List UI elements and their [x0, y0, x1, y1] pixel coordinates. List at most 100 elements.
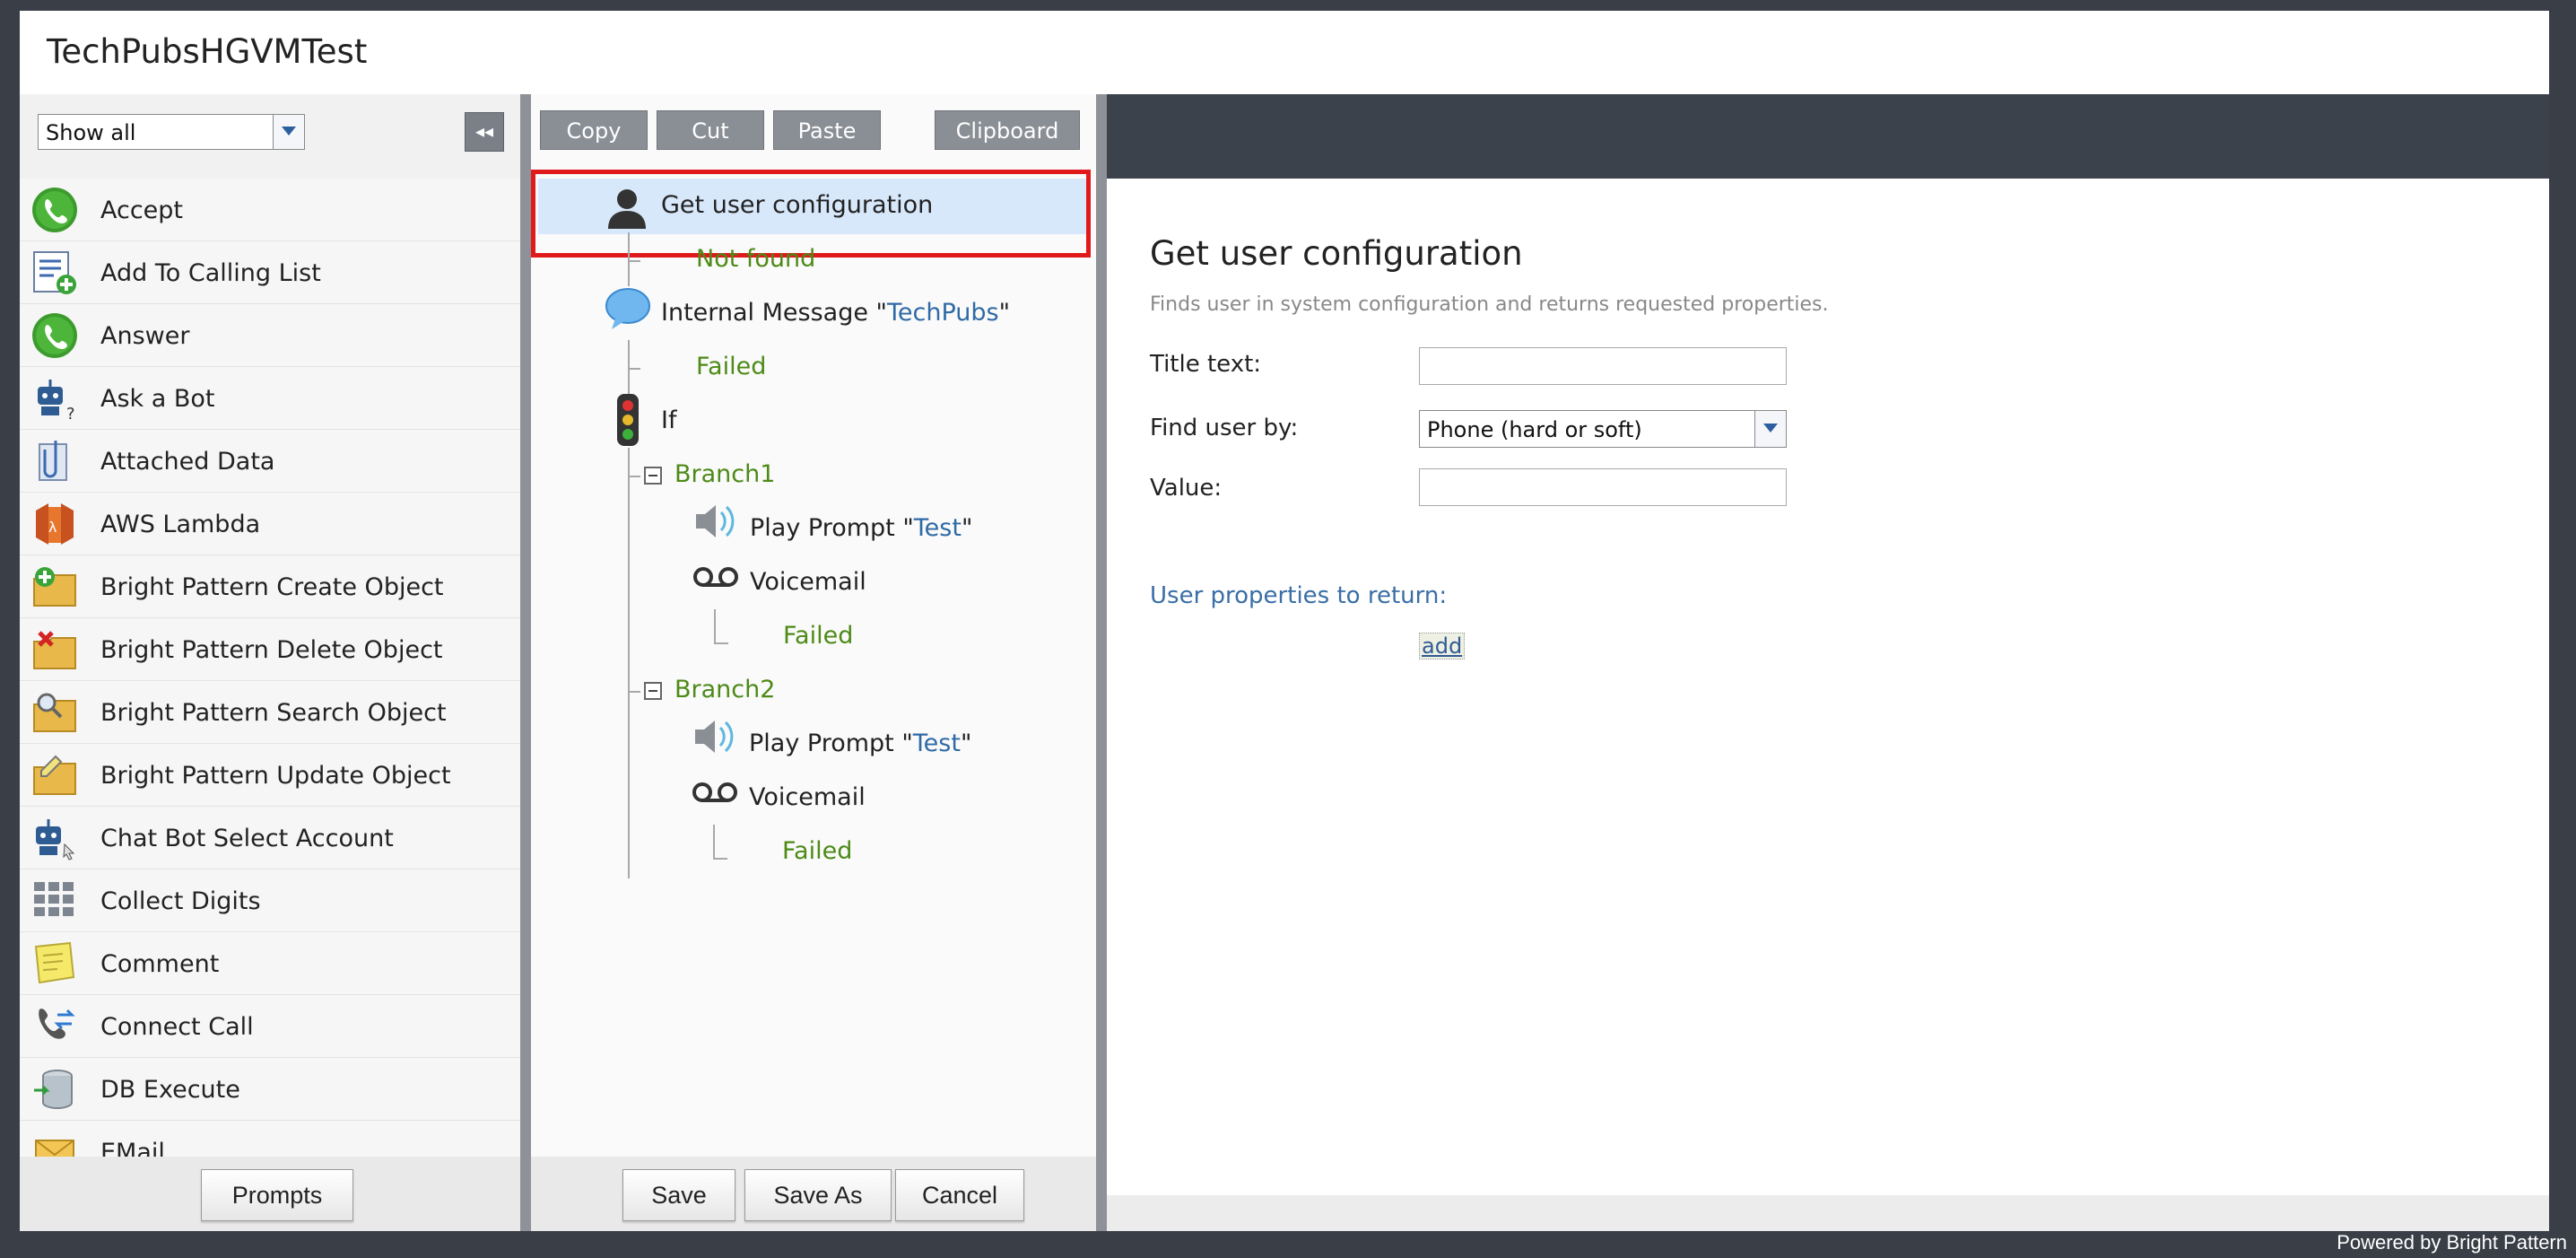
block-item-bp-search-object[interactable]: Bright Pattern Search Object	[20, 681, 520, 744]
node-argument: Test	[913, 514, 962, 542]
block-item-aws-lambda[interactable]: λ AWS Lambda	[20, 493, 520, 555]
list-add-icon	[33, 251, 76, 294]
block-item-comment[interactable]: Comment	[20, 932, 520, 995]
panel-splitter-left[interactable]	[520, 94, 531, 1231]
block-item-db-execute[interactable]: DB Execute	[20, 1058, 520, 1121]
find-user-by-label: Find user by:	[1150, 415, 1299, 441]
title-text-input[interactable]	[1419, 347, 1787, 385]
svg-text:?: ?	[66, 405, 75, 423]
block-label: EMail	[100, 1139, 165, 1157]
user-silhouette-icon	[608, 189, 646, 229]
user-properties-label: User properties to return:	[1150, 582, 1448, 609]
add-property-link[interactable]: add	[1419, 633, 1466, 660]
block-item-bp-update-object[interactable]: Bright Pattern Update Object	[20, 744, 520, 807]
panel-splitter-right[interactable]	[1096, 94, 1107, 1231]
chevron-down-icon[interactable]	[1754, 410, 1787, 448]
filter-select[interactable]: Show all	[38, 114, 305, 150]
block-item-email[interactable]: EMail	[20, 1121, 520, 1157]
cut-button[interactable]: Cut	[657, 110, 764, 150]
value-input[interactable]	[1419, 468, 1787, 506]
folder-plus-icon	[33, 567, 76, 607]
block-label: Bright Pattern Search Object	[100, 699, 447, 727]
collapse-panel-button[interactable]: ◂◂	[465, 112, 504, 152]
phone-green-icon	[32, 188, 77, 232]
block-label: Add To Calling List	[100, 259, 321, 287]
scenario-tree-panel: Copy Cut Paste Clipboard Get user config…	[531, 94, 1096, 1231]
tree-node-branch1[interactable]: Branch1	[674, 460, 775, 488]
robot-question-icon: ?	[38, 380, 75, 423]
block-item-bp-delete-object[interactable]: Bright Pattern Delete Object	[20, 618, 520, 681]
block-item-ask-a-bot[interactable]: ? Ask a Bot	[20, 367, 520, 430]
block-label: Answer	[100, 322, 190, 350]
tree-node-voicemail[interactable]: Voicemail	[749, 783, 866, 811]
left-panel-footer: Prompts	[20, 1157, 520, 1231]
node-text: "	[998, 299, 1011, 327]
cancel-button[interactable]: Cancel	[895, 1169, 1024, 1221]
app-title: TechPubsHGVMTest	[47, 32, 368, 71]
speaker-icon	[696, 505, 735, 537]
double-chevron-left-icon: ◂◂	[474, 120, 494, 142]
node-argument: Test	[912, 729, 961, 757]
folder-edit-icon	[33, 755, 76, 795]
block-label: Collect Digits	[100, 887, 261, 915]
speaker-icon	[695, 721, 734, 753]
prompts-button[interactable]: Prompts	[201, 1169, 353, 1221]
find-user-by-select[interactable]: Phone (hard or soft)	[1419, 410, 1787, 448]
tree-connector	[628, 448, 630, 878]
block-label: Bright Pattern Update Object	[100, 762, 451, 790]
save-as-button[interactable]: Save As	[744, 1169, 892, 1221]
tree-node-internal-message[interactable]: Internal Message "TechPubs"	[661, 299, 1010, 327]
properties-description: Finds user in system configuration and r…	[1150, 293, 1829, 316]
block-label: DB Execute	[100, 1076, 240, 1104]
properties-bottom-strip	[1107, 1195, 2549, 1231]
robot-cursor-icon	[36, 819, 75, 861]
speech-bubble-icon	[605, 288, 650, 329]
paperclip-icon	[39, 441, 67, 481]
tree-node-branch2[interactable]: Branch2	[674, 676, 775, 703]
tree-connector	[714, 609, 716, 643]
folder-delete-icon	[33, 631, 76, 669]
block-item-chat-bot-select-account[interactable]: Chat Bot Select Account	[20, 807, 520, 869]
block-label: AWS Lambda	[100, 511, 261, 538]
collapse-branch-icon[interactable]	[644, 682, 662, 700]
block-item-collect-digits[interactable]: Collect Digits	[20, 869, 520, 932]
collapse-branch-icon[interactable]	[644, 467, 662, 485]
voicemail-icon	[693, 567, 738, 587]
traffic-light-icon	[617, 394, 639, 446]
tree-exit-failed[interactable]: Failed	[696, 353, 766, 380]
tree-node-play-prompt[interactable]: Play Prompt "Test"	[749, 729, 971, 757]
tree-connector	[628, 260, 640, 262]
block-item-answer[interactable]: Answer	[20, 304, 520, 367]
filter-value: Show all	[46, 120, 136, 145]
block-item-connect-call[interactable]: Connect Call	[20, 995, 520, 1058]
tree-node-get-user-configuration[interactable]: Get user configuration	[661, 191, 933, 219]
node-argument: TechPubs	[886, 299, 999, 327]
tree-exit-not-found[interactable]: Not found	[696, 245, 815, 273]
node-text: Play Prompt "	[749, 729, 913, 757]
keypad-icon	[34, 882, 74, 916]
tree-exit-failed[interactable]: Failed	[783, 622, 853, 650]
properties-panel: Get user configuration Finds user in sys…	[1107, 179, 2549, 1195]
block-item-add-to-calling-list[interactable]: Add To Calling List	[20, 241, 520, 304]
copy-button[interactable]: Copy	[540, 110, 648, 150]
connect-call-icon	[39, 1009, 75, 1039]
tree-connector	[713, 858, 727, 860]
block-label: Chat Bot Select Account	[100, 825, 394, 852]
phone-green-icon	[32, 313, 77, 358]
block-label: Attached Data	[100, 448, 275, 476]
save-button[interactable]: Save	[622, 1169, 735, 1221]
block-item-attached-data[interactable]: Attached Data	[20, 430, 520, 493]
tree-node-voicemail[interactable]: Voicemail	[750, 568, 866, 596]
node-text: Internal Message "	[661, 299, 887, 327]
tree-exit-failed[interactable]: Failed	[782, 837, 852, 865]
tree-connector	[628, 232, 630, 286]
tree-node-play-prompt[interactable]: Play Prompt "Test"	[750, 514, 972, 542]
database-icon	[34, 1070, 73, 1110]
title-bar: TechPubsHGVMTest	[20, 11, 2549, 94]
block-item-bp-create-object[interactable]: Bright Pattern Create Object	[20, 555, 520, 618]
clipboard-button[interactable]: Clipboard	[935, 110, 1080, 150]
chevron-down-icon[interactable]	[273, 114, 305, 150]
block-item-accept[interactable]: Accept	[20, 179, 520, 241]
paste-button[interactable]: Paste	[773, 110, 881, 150]
tree-node-if[interactable]: If	[661, 406, 676, 434]
